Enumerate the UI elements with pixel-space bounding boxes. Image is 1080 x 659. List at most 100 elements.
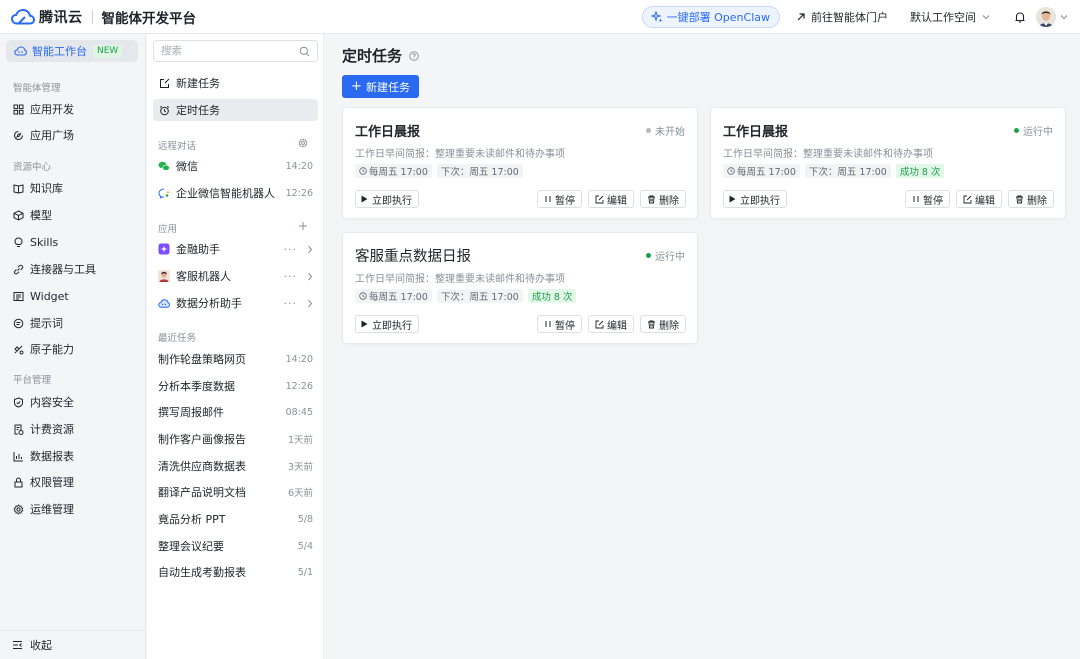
delete-button[interactable]: 删除 — [640, 190, 686, 208]
remote-item-wecom-bot[interactable]: 企业微信智能机器人 12:26 — [158, 184, 313, 202]
pause-label: 暂停 — [923, 195, 943, 207]
sidebar-item-workbench[interactable]: 智能工作台 NEW — [6, 40, 138, 62]
create-task-button[interactable]: + 新建任务 — [342, 75, 419, 98]
app-item-finance[interactable]: 金融助手 ··· — [158, 240, 313, 258]
chevron-right-icon[interactable] — [307, 272, 313, 281]
collapse-sidebar-button[interactable]: 收起 — [0, 630, 146, 659]
section-apps: 应用 — [158, 224, 178, 235]
delete-button[interactable]: 删除 — [1008, 190, 1054, 208]
recent-task-item[interactable]: 清洗供应商数据表 3天前 — [158, 457, 313, 475]
sidebar-item-model[interactable]: 模型 — [13, 206, 52, 224]
recent-task-label: 制作轮盘策略网页 — [158, 353, 246, 366]
task-card[interactable]: 工作日晨报 未开始 工作日早间简报：整理重要未读邮件和待办事项 每周五 17:0… — [342, 107, 698, 219]
sidebar-item-label: 应用广场 — [30, 129, 74, 142]
sidebar-item-knowledge[interactable]: 知识库 — [13, 179, 63, 197]
schedule-text: 每周五 17:00 — [737, 167, 796, 178]
new-task-label: 新建任务 — [176, 77, 220, 90]
sidebar-item-app-square[interactable]: 应用广场 — [13, 126, 74, 144]
recent-task-item[interactable]: 自动生成考勤报表 5/1 — [158, 563, 313, 581]
recent-task-item[interactable]: 撰写周报邮件 08:45 — [158, 403, 313, 421]
plus-icon[interactable] — [298, 221, 308, 231]
pause-button[interactable]: 暂停 — [905, 190, 950, 208]
portal-link[interactable]: 前往智能体门户 — [796, 9, 888, 25]
remote-item-wechat[interactable]: 微信 14:20 — [158, 157, 313, 175]
delete-button[interactable]: 删除 — [640, 315, 686, 333]
sidebar-item-label: 模型 — [30, 209, 52, 222]
run-now-button[interactable]: 立即执行 — [355, 315, 419, 333]
sidebar-item-prompts[interactable]: 提示词 — [13, 314, 63, 332]
schedule-tag: 每周五 17:00 — [355, 289, 432, 303]
sidebar-item-atomic[interactable]: 原子能力 — [13, 340, 74, 358]
recent-task-item[interactable]: 整理会议纪要 5/4 — [158, 537, 313, 555]
user-menu[interactable] — [1036, 7, 1068, 27]
recent-task-label: 分析本季度数据 — [158, 380, 235, 393]
sidebar-item-billing[interactable]: 计费资源 — [13, 420, 74, 438]
recent-task-item[interactable]: 翻译产品说明文档 6天前 — [158, 483, 313, 501]
chevron-right-icon[interactable] — [307, 245, 313, 254]
run-now-button[interactable]: 立即执行 — [723, 190, 787, 208]
settings-gear-icon[interactable] — [298, 138, 308, 148]
task-card[interactable]: 工作日晨报 运行中 工作日早间简报：整理重要未读邮件和待办事项 每周五 17:0… — [710, 107, 1066, 219]
trash-icon — [1016, 195, 1023, 203]
clock-icon — [727, 167, 735, 175]
edit-button[interactable]: 编辑 — [956, 190, 1002, 208]
bill-icon — [14, 424, 24, 435]
workspace-select[interactable]: 默认工作空间 — [910, 9, 990, 25]
sidebar-item-connectors[interactable]: 连接器与工具 — [13, 260, 96, 278]
bell-icon — [1015, 11, 1025, 23]
task-card[interactable]: 客服重点数据日报 运行中 工作日早间简报：整理重要未读邮件和待办事项 每周五 1… — [342, 232, 698, 344]
recent-task-time: 5/1 — [297, 566, 313, 578]
edit-label: 编辑 — [607, 195, 627, 207]
workspace-label: 默认工作空间 — [910, 11, 976, 24]
edit-button[interactable]: 编辑 — [588, 190, 634, 208]
recent-task-item[interactable]: 制作轮盘策略网页 14:20 — [158, 350, 313, 368]
recent-task-item[interactable]: 分析本季度数据 12:26 — [158, 377, 313, 395]
app-item-customer-service[interactable]: 客服机器人 ··· — [158, 267, 313, 285]
sidebar-item-ops[interactable]: 运维管理 — [13, 500, 74, 518]
alarm-clock-icon — [159, 105, 170, 115]
more-icon[interactable]: ··· — [284, 270, 298, 283]
recent-task-item[interactable]: 制作客户画像报告 1天前 — [158, 430, 313, 448]
next-run-tag: 下次：周五 17:00 — [436, 164, 523, 178]
help-icon[interactable] — [409, 50, 419, 61]
app-item-data-analysis[interactable]: 数据分析助手 ··· — [158, 294, 313, 312]
task-tags: 每周五 17:00 下次：周五 17:00 成功 8 次 — [355, 289, 581, 303]
sidebar-item-permissions[interactable]: 权限管理 — [13, 473, 74, 491]
pause-button[interactable]: 暂停 — [537, 315, 582, 333]
search-input[interactable] — [161, 45, 291, 57]
new-task-item[interactable]: 新建任务 — [153, 72, 318, 94]
brand-logo[interactable]: 腾讯云 — [11, 7, 83, 27]
link-icon — [13, 264, 24, 274]
scheduled-task-item[interactable]: 定时任务 — [153, 99, 318, 121]
status-badge: 未开始 — [646, 123, 685, 138]
sidebar-item-widget[interactable]: Widget — [13, 287, 69, 305]
deploy-openclaw-button[interactable]: 一键部署 OpenClaw — [641, 6, 780, 28]
more-icon[interactable]: ··· — [284, 243, 298, 256]
sidebar-item-app-dev[interactable]: 应用开发 — [13, 100, 74, 118]
sidebar-item-content-security[interactable]: 内容安全 — [13, 393, 74, 411]
delete-label: 删除 — [659, 195, 679, 207]
run-now-button[interactable]: 立即执行 — [355, 190, 419, 208]
sidebar-item-reports[interactable]: 数据报表 — [13, 447, 74, 465]
chevron-right-icon[interactable] — [307, 299, 313, 308]
more-icon[interactable]: ··· — [284, 297, 298, 310]
recent-task-item[interactable]: 竟品分析 PPT 5/8 — [158, 510, 313, 528]
sidebar-item-label: 智能工作台 — [32, 45, 87, 58]
section-recent-tasks: 最近任务 — [158, 333, 197, 344]
search-icon[interactable] — [299, 46, 310, 57]
task-description: 工作日早间简报：整理重要未读邮件和待办事项 — [355, 149, 565, 160]
pause-label: 暂停 — [555, 195, 575, 207]
task-title: 工作日晨报 — [355, 125, 421, 140]
notification-button[interactable] — [1014, 11, 1026, 24]
edit-button[interactable]: 编辑 — [588, 315, 634, 333]
sidebar-item-label: Skills — [30, 235, 59, 249]
play-icon — [361, 195, 368, 203]
recent-task-time: 6天前 — [287, 488, 313, 499]
play-icon — [729, 195, 736, 203]
edit-icon — [595, 195, 604, 203]
pause-button[interactable]: 暂停 — [537, 190, 582, 208]
lock-icon — [14, 476, 23, 487]
plus-icon: + — [351, 79, 362, 94]
sidebar-item-skills[interactable]: Skills — [13, 233, 58, 251]
pause-icon — [913, 196, 919, 202]
